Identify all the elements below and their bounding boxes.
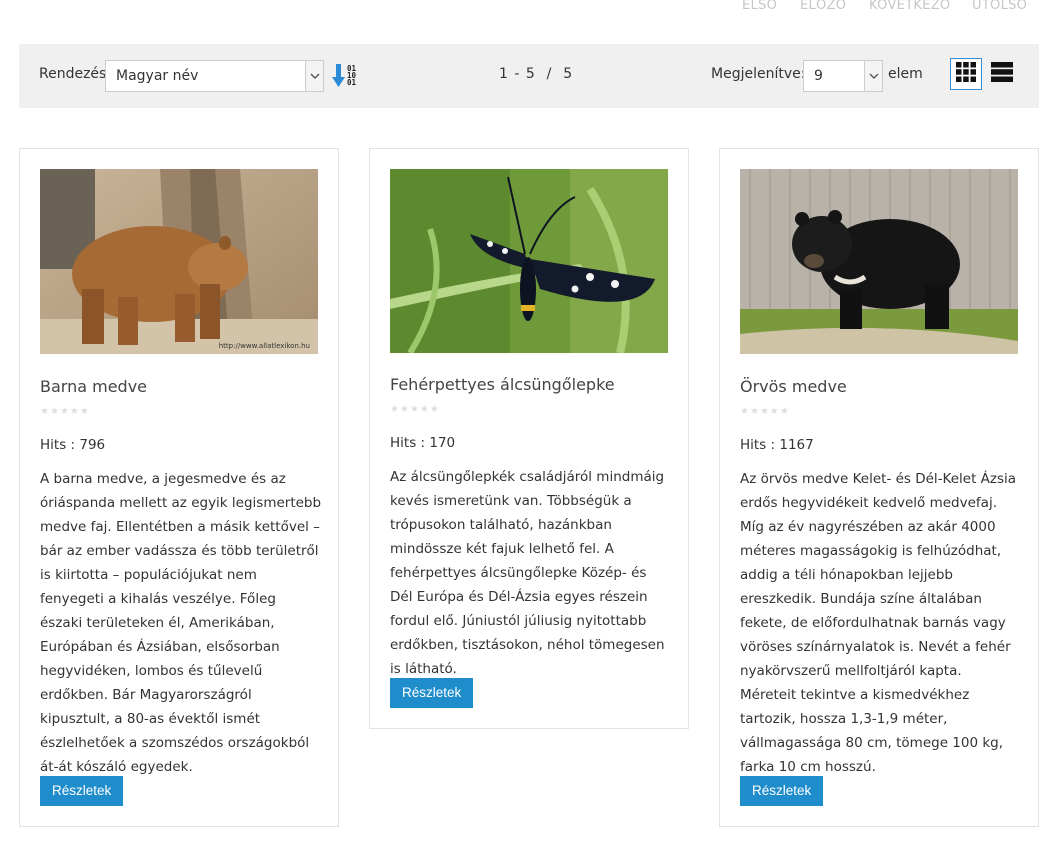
animal-card: Örvös medve ★ ★ ★ ★ ★ Hits : 1167 Az örvös m…	[719, 148, 1039, 827]
black-bear-image[interactable]	[740, 169, 1018, 354]
sort-direction-icon[interactable]: 01 10 01	[332, 62, 360, 90]
card-title[interactable]: Örvös medve	[740, 377, 847, 396]
star-icon: ★	[69, 406, 79, 417]
animal-card: http://www.allatlexikon.hu Barna medve ★…	[19, 148, 339, 827]
hits-count: Hits : 170	[390, 435, 456, 451]
star-icon: ★	[49, 406, 59, 417]
card-description: Az örvös medve Kelet- és Dél-Kelet Ázsia…	[740, 471, 1017, 775]
watermark-text: http://www.allatlexikon.hu	[219, 342, 310, 350]
star-icon: ★	[429, 404, 439, 415]
star-icon: ★	[59, 406, 69, 417]
display-count-select[interactable]: 9	[803, 60, 883, 92]
list-view-button[interactable]	[986, 58, 1018, 90]
grid-view-button[interactable]	[950, 58, 982, 90]
list-icon	[991, 62, 1013, 86]
result-count: 1 - 5 / 5	[499, 66, 574, 82]
details-button[interactable]: Részletek	[390, 678, 474, 708]
hits-count: Hits : 1167	[740, 437, 814, 453]
star-icon: ★	[740, 406, 749, 417]
display-count-value: 9	[814, 68, 823, 84]
star-icon: ★	[419, 404, 429, 415]
pagination-next[interactable]: KÖVETKEZŐ	[869, 0, 950, 13]
card-title[interactable]: Fehérpettyes álcsüngőlepke	[390, 375, 615, 394]
star-icon: ★	[390, 404, 399, 415]
animal-card: Fehérpettyes álcsüngőlepke ★ ★ ★ ★ ★ Hits : …	[369, 148, 689, 729]
display-label: Megjelenítve:	[711, 66, 806, 82]
star-icon: ★	[79, 406, 89, 417]
chevron-down-icon	[305, 61, 323, 91]
star-icon: ★	[779, 406, 789, 417]
details-button[interactable]: Részletek	[740, 776, 824, 806]
rating-stars[interactable]: ★ ★ ★ ★ ★	[390, 404, 439, 415]
display-suffix: elem	[888, 66, 923, 82]
pagination-prev[interactable]: ELŐZŐ	[800, 0, 846, 13]
star-icon: ★	[40, 406, 49, 417]
brown-bear-image[interactable]: http://www.allatlexikon.hu	[40, 169, 318, 354]
rating-stars[interactable]: ★ ★ ★ ★ ★	[40, 406, 89, 417]
star-icon: ★	[759, 406, 769, 417]
sort-label: Rendezés	[39, 66, 107, 82]
card-description: Az álcsüngőlepkék családjáról mindmáig k…	[390, 469, 665, 677]
moth-image[interactable]	[390, 169, 668, 353]
pagination-first[interactable]: ELSŐ	[742, 0, 777, 13]
card-title[interactable]: Barna medve	[40, 377, 147, 396]
sort-select-value: Magyar név	[116, 68, 199, 84]
hits-count: Hits : 796	[40, 437, 106, 453]
details-button[interactable]: Részletek	[40, 776, 124, 806]
star-icon: ★	[769, 406, 779, 417]
grid-icon	[956, 62, 976, 86]
chevron-down-icon	[864, 61, 882, 91]
pagination-last[interactable]: UTOLSÓ	[972, 0, 1027, 13]
star-icon: ★	[749, 406, 759, 417]
card-description: A barna medve, a jegesmedve és az óriásp…	[40, 471, 322, 775]
rating-stars[interactable]: ★ ★ ★ ★ ★	[740, 406, 789, 417]
svg-text:01: 01	[347, 78, 357, 87]
star-icon: ★	[409, 404, 419, 415]
list-toolbar: Rendezés Magyar név 01 10 01 1 - 5 / 5 M…	[19, 44, 1039, 108]
sort-select[interactable]: Magyar név	[105, 60, 324, 92]
star-icon: ★	[399, 404, 409, 415]
